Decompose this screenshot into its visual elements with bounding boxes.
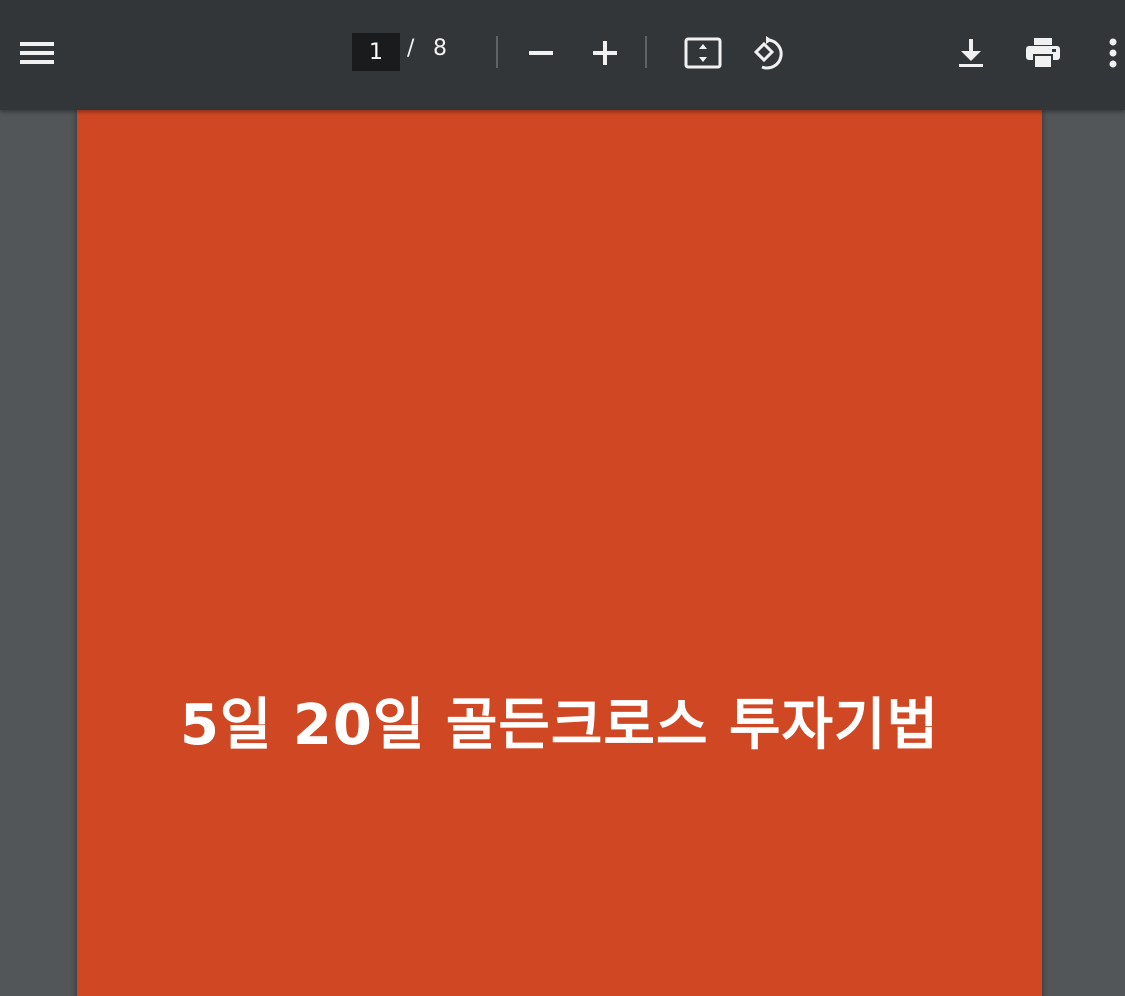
- pdf-toolbar: / 8: [0, 0, 1125, 110]
- print-button[interactable]: [1020, 30, 1066, 76]
- download-button[interactable]: [948, 30, 994, 76]
- download-icon: [959, 39, 983, 67]
- minus-icon: [529, 51, 553, 55]
- menu-button[interactable]: [14, 30, 60, 76]
- pdf-viewer[interactable]: 5일 20일 골든크로스 투자기법: [0, 110, 1125, 996]
- more-actions-button[interactable]: [1098, 30, 1125, 76]
- slide-title: 5일 20일 골든크로스 투자기법: [179, 693, 940, 758]
- rotate-button[interactable]: [744, 30, 790, 76]
- fit-to-page-button[interactable]: [680, 30, 726, 76]
- zoom-out-button[interactable]: [518, 30, 564, 76]
- print-icon: [1026, 38, 1060, 69]
- zoom-in-button[interactable]: [582, 30, 628, 76]
- fit-to-page-icon: [684, 37, 722, 69]
- page-separator: /: [407, 36, 415, 61]
- toolbar-divider: [645, 36, 647, 68]
- more-vertical-icon: [1109, 38, 1117, 68]
- page-number-input[interactable]: [352, 33, 400, 71]
- toolbar-divider: [496, 36, 498, 68]
- page-total: 8: [433, 36, 447, 61]
- pdf-page: 5일 20일 골든크로스 투자기법: [77, 110, 1042, 996]
- plus-icon: [593, 41, 617, 65]
- hamburger-menu-icon: [20, 42, 54, 64]
- rotate-icon: [753, 36, 783, 70]
